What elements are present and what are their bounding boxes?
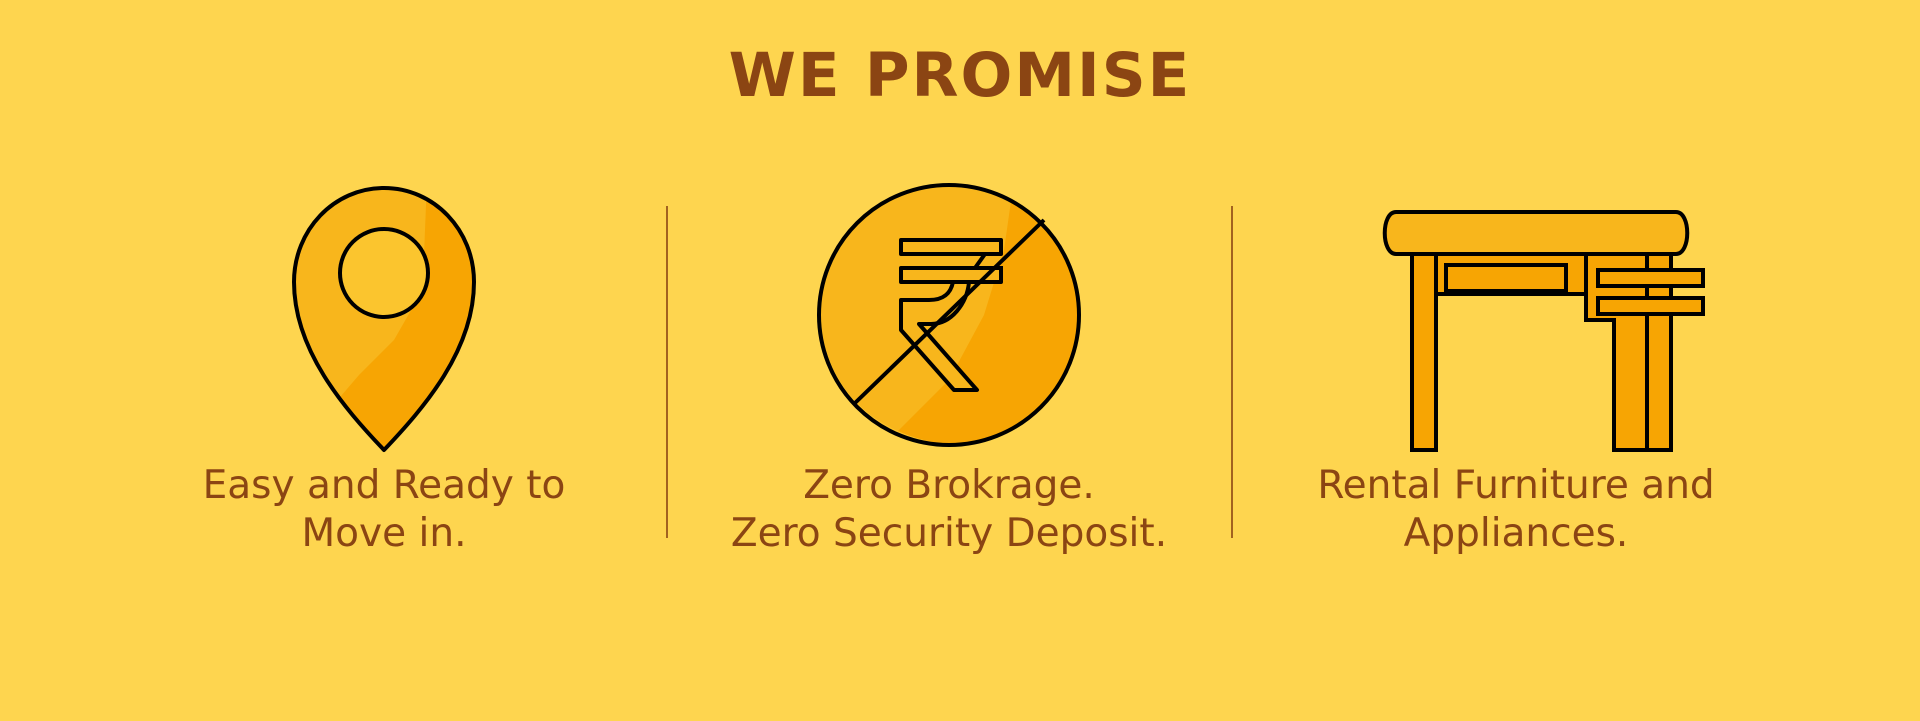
feature-easy-move-in: Easy and Ready to Move in. bbox=[104, 180, 664, 580]
feature-caption-line1: Easy and Ready to bbox=[202, 463, 566, 508]
we-promise-banner: WE PROMISE Easy and Ready to Move in. Ze… bbox=[0, 0, 1920, 721]
feature-caption-line1: Rental Furniture and bbox=[1317, 463, 1715, 508]
feature-caption: Easy and Ready to Move in. bbox=[104, 462, 664, 558]
location-pin-icon bbox=[292, 186, 476, 452]
feature-caption-line2: Zero Security Deposit. bbox=[730, 511, 1168, 556]
feature-zero-brokerage: Zero Brokrage. Zero Security Deposit. bbox=[669, 180, 1229, 580]
feature-caption: Zero Brokrage. Zero Security Deposit. bbox=[669, 462, 1229, 558]
divider-left bbox=[666, 206, 668, 538]
feature-caption-line2: Appliances. bbox=[1403, 511, 1629, 556]
feature-rental-furniture: Rental Furniture and Appliances. bbox=[1236, 180, 1796, 580]
divider-right bbox=[1231, 206, 1233, 538]
feature-caption-line1: Zero Brokrage. bbox=[803, 463, 1095, 508]
feature-caption: Rental Furniture and Appliances. bbox=[1236, 462, 1796, 558]
feature-caption-line2: Move in. bbox=[301, 511, 467, 556]
desk-icon bbox=[1382, 210, 1705, 452]
no-rupee-icon bbox=[817, 183, 1081, 447]
banner-title: WE PROMISE bbox=[728, 40, 1192, 111]
